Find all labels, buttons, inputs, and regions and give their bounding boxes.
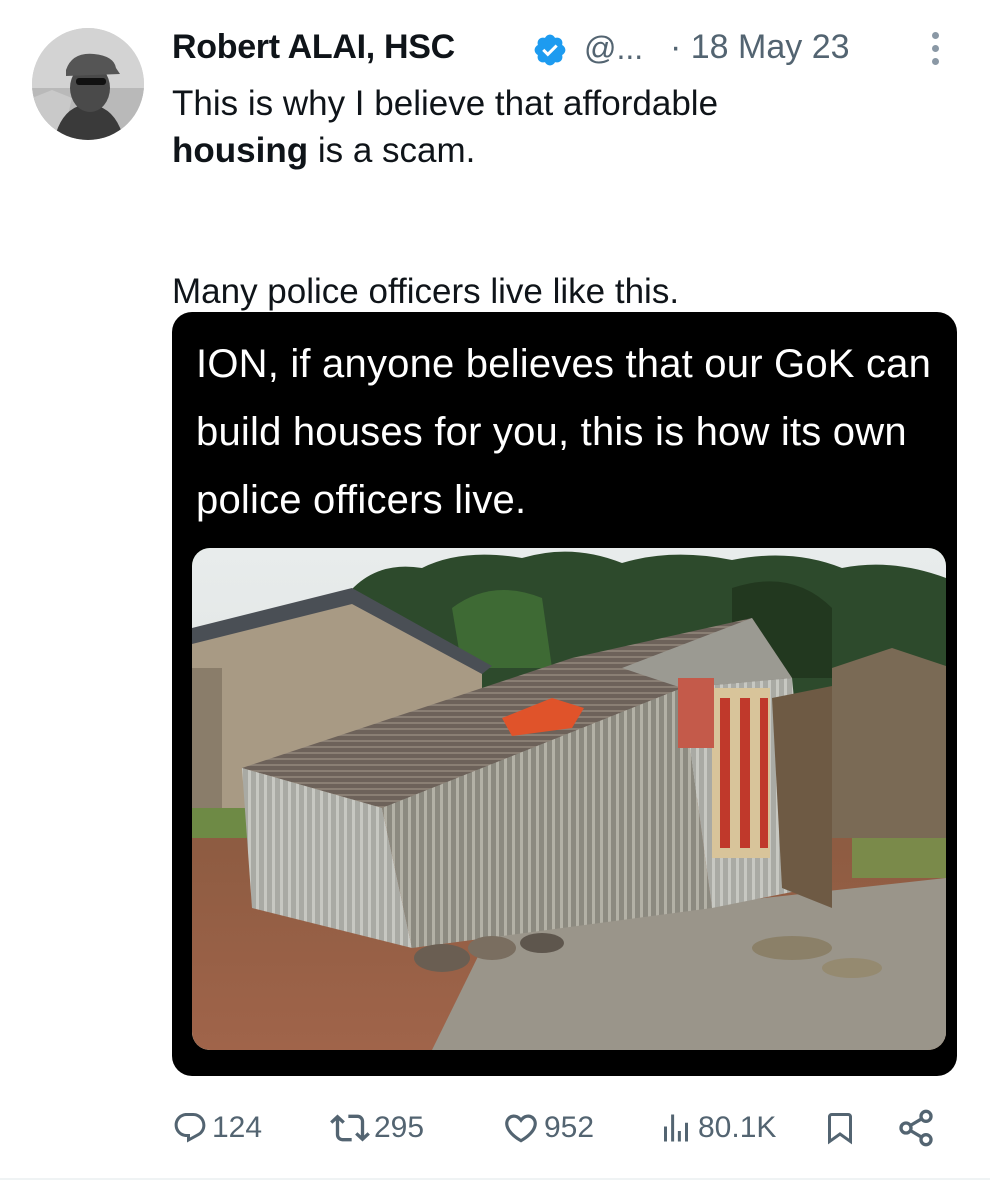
tweet-divider	[0, 1178, 990, 1180]
reply-count: 124	[212, 1111, 263, 1144]
retweet-button[interactable]: 295	[330, 1098, 424, 1158]
tweet-text-line: housing is a scam.	[172, 127, 952, 174]
tweet-date[interactable]: · 18 May 23	[670, 28, 850, 67]
bookmark-button[interactable]	[822, 1098, 858, 1158]
verified-badge-icon[interactable]	[532, 32, 568, 68]
shack-photo[interactable]	[192, 548, 946, 1050]
media-caption: ION, if anyone believes that our GoK can…	[196, 342, 932, 522]
tweet-text-line: Many police officers live like this.	[172, 272, 680, 311]
tweet-media[interactable]: ION, if anyone believes that our GoK can…	[172, 312, 957, 1076]
author-name[interactable]: Robert ALAI, HSC	[172, 28, 455, 67]
author-avatar[interactable]	[32, 28, 144, 140]
share-button[interactable]	[896, 1098, 936, 1158]
tweet-text-rest: is a scam.	[308, 131, 476, 170]
tweet-text-line: This is why I believe that affordable	[172, 84, 719, 123]
heart-icon	[505, 1114, 537, 1143]
like-button[interactable]: 952	[502, 1098, 594, 1158]
bookmark-icon	[828, 1113, 852, 1145]
tweet-actions: 124 295 952 80.1K	[172, 1098, 962, 1158]
retweet-count: 295	[374, 1111, 425, 1144]
share-icon	[899, 1109, 933, 1147]
tweet-text-bold: housing	[172, 131, 309, 170]
views-button[interactable]: 80.1K	[658, 1098, 776, 1158]
reply-button[interactable]: 124	[172, 1098, 262, 1158]
tweet-text: This is why I believe that affordable ho…	[172, 80, 952, 315]
like-count: 952	[544, 1111, 595, 1144]
reply-icon	[174, 1113, 206, 1143]
retweet-icon	[330, 1114, 370, 1142]
author-handle[interactable]: @...	[584, 30, 643, 67]
tweet-header: Robert ALAI, HSC @... · 18 May 23	[172, 22, 962, 72]
views-icon	[664, 1114, 688, 1142]
views-count: 80.1K	[698, 1111, 777, 1144]
more-vertical-icon[interactable]	[928, 32, 942, 72]
